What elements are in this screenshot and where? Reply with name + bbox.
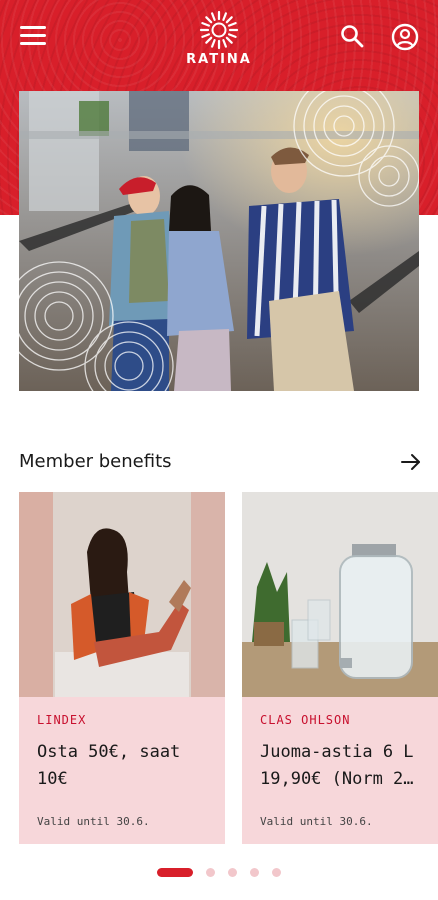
- card-title-line: 19,90€ (Norm 29,…: [260, 769, 420, 789]
- card-image: [242, 492, 438, 697]
- pagination-dot[interactable]: [205, 868, 215, 877]
- card-title: Juoma-astia 6 L 19,90€ (Norm 29,…: [260, 739, 420, 795]
- pagination-dot[interactable]: [228, 868, 237, 877]
- account-icon: [391, 23, 419, 51]
- menu-icon: [20, 26, 46, 45]
- pagination-dot-active[interactable]: [156, 868, 193, 877]
- clas-ohlson-jar-photo: [242, 492, 438, 697]
- card-valid-until: Valid until 30.6.: [37, 815, 150, 828]
- lindex-model-photo: [19, 492, 225, 697]
- see-all-benefits-button[interactable]: [399, 450, 423, 474]
- hero-photo: [19, 91, 419, 391]
- brand-name: RATINA: [186, 52, 252, 67]
- top-bar: RATINA: [0, 0, 438, 90]
- arrow-right-icon: [401, 454, 420, 470]
- section-title: Member benefits: [19, 451, 172, 472]
- hero-image[interactable]: [19, 91, 419, 391]
- card-brand: CLAS OHLSON: [260, 713, 351, 727]
- benefit-card[interactable]: CLAS OHLSON Juoma-astia 6 L 19,90€ (Norm…: [242, 492, 438, 844]
- carousel-pagination: [0, 862, 438, 877]
- menu-button[interactable]: [20, 26, 46, 48]
- pagination-dot[interactable]: [250, 868, 260, 877]
- card-title-line: Juoma-astia 6 L: [260, 742, 414, 762]
- ratina-logo[interactable]: RATINA: [179, 6, 259, 70]
- card-valid-until: Valid until 30.6.: [260, 815, 373, 828]
- search-button[interactable]: [338, 22, 366, 50]
- sun-logo-icon: [199, 10, 239, 50]
- account-button[interactable]: [390, 22, 420, 52]
- pagination-dot[interactable]: [272, 868, 282, 877]
- benefit-card[interactable]: LINDEX Osta 50€, saat 10€ lahjakortin Va…: [19, 492, 225, 844]
- card-image: [19, 492, 225, 697]
- card-title: Osta 50€, saat 10€ lahjakortin: [37, 739, 207, 795]
- card-brand: LINDEX: [37, 713, 87, 727]
- member-benefits-header: Member benefits: [19, 446, 423, 478]
- card-title-line: Osta 50€, saat 10€: [37, 742, 181, 789]
- search-icon: [341, 25, 364, 48]
